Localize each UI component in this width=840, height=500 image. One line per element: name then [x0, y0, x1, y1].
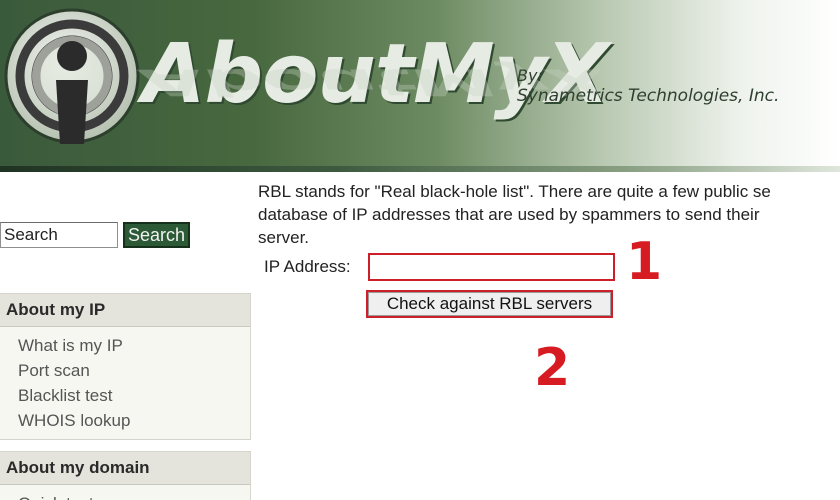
step-marker-1: 1	[626, 232, 663, 292]
by-label: By:	[517, 66, 543, 85]
page: AboutMyX AboutMyX By: Synametrics Techno…	[0, 0, 840, 500]
nav-section-about-my-domain: About my domain Quick test	[0, 451, 251, 500]
nav-section-title: About my domain	[0, 452, 250, 485]
nav-list: Quick test	[0, 485, 250, 500]
header-banner: AboutMyX AboutMyX By: Synametrics Techno…	[0, 0, 840, 172]
description-line: server.	[258, 228, 310, 247]
nav-list: What is my IP Port scan Blacklist test W…	[0, 327, 250, 433]
sidebar-item-what-is-my-ip[interactable]: What is my IP	[18, 333, 250, 358]
main-content: RBL stands for "Real black-hole list". T…	[258, 180, 840, 249]
rbl-description: RBL stands for "Real black-hole list". T…	[258, 180, 833, 249]
sidebar-item-blacklist-test[interactable]: Blacklist test	[18, 383, 250, 408]
step-marker-2: 2	[534, 338, 571, 398]
description-line: database of IP addresses that are used b…	[258, 205, 760, 224]
nav-section-about-my-ip: About my IP What is my IP Port scan Blac…	[0, 293, 251, 440]
sidebar-item-port-scan[interactable]: Port scan	[18, 358, 250, 383]
header-divider	[0, 166, 840, 172]
ip-address-input[interactable]	[368, 253, 615, 281]
search-button[interactable]: Search	[123, 222, 190, 248]
ip-address-label: IP Address:	[264, 257, 351, 276]
company-name: Synametrics Technologies, Inc.	[517, 86, 780, 106]
check-rbl-button[interactable]: Check against RBL servers	[366, 290, 613, 318]
byline: By: Synametrics Technologies, Inc.	[517, 66, 779, 106]
description-line: RBL stands for "Real black-hole list". T…	[258, 182, 771, 201]
search-input[interactable]	[0, 222, 118, 248]
sidebar-item-quick-test[interactable]: Quick test	[18, 491, 250, 500]
sidebar-search: Search	[0, 222, 250, 250]
sidebar-item-whois-lookup[interactable]: WHOIS lookup	[18, 408, 250, 433]
info-broadcast-icon	[4, 8, 140, 144]
nav-section-title: About my IP	[0, 294, 250, 327]
